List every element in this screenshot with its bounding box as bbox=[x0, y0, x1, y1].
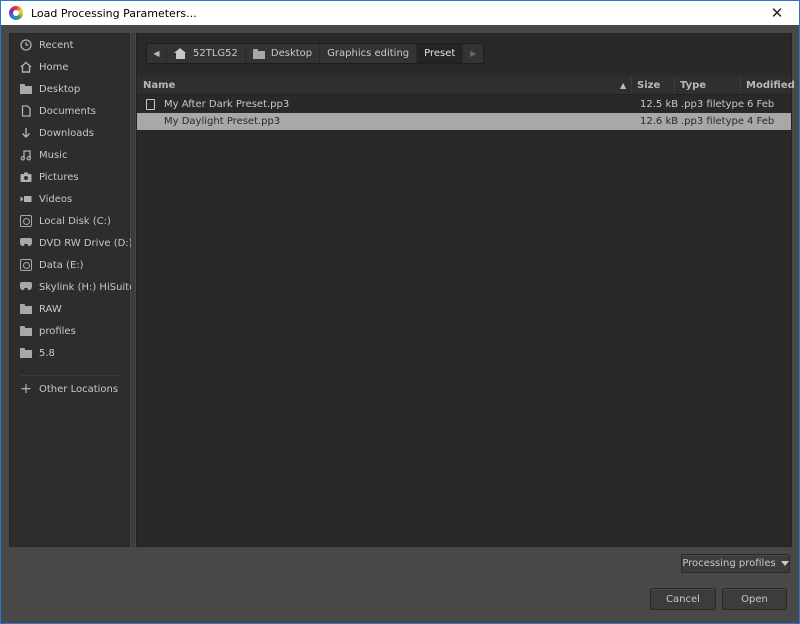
column-header-modified[interactable]: Modified bbox=[746, 75, 795, 95]
path-segment-label: Graphics editing bbox=[327, 48, 410, 59]
title-bar: Load Processing Parameters... ✕ bbox=[1, 1, 799, 25]
file-size-cell: 12.6 kB bbox=[640, 116, 679, 127]
sort-ascending-icon: ▲ bbox=[620, 80, 627, 90]
sidebar-item-label: profiles bbox=[39, 325, 76, 337]
pane-resize-handle[interactable] bbox=[131, 33, 135, 547]
column-header-name[interactable]: Name bbox=[143, 75, 623, 95]
window-title: Load Processing Parameters... bbox=[31, 6, 197, 20]
file-name-cell: My After Dark Preset.pp3 bbox=[146, 96, 289, 113]
path-segment-label: Preset bbox=[424, 48, 456, 59]
file-filter-dropdown[interactable]: Processing profiles bbox=[681, 554, 790, 573]
camera-icon bbox=[20, 171, 32, 183]
sidebar-item-5-8[interactable]: 5.8 bbox=[10, 342, 130, 364]
chevron-down-icon bbox=[780, 561, 789, 566]
sidebar-item-profiles[interactable]: profiles bbox=[10, 320, 130, 342]
file-icon bbox=[146, 99, 155, 110]
sidebar-item-label: Pictures bbox=[39, 171, 79, 183]
sidebar-item-label: Other Locations bbox=[39, 383, 119, 395]
sidebar-item-label: Skylink (H:) HiSuite bbox=[39, 281, 136, 293]
sidebar-item-label: Downloads bbox=[39, 127, 94, 139]
video-camera-icon bbox=[20, 193, 32, 205]
path-segment-home[interactable]: 52TLG52 bbox=[167, 44, 246, 63]
folder-icon bbox=[20, 347, 32, 359]
path-forward-button[interactable]: ▶ bbox=[463, 44, 483, 63]
hard-disk-icon bbox=[20, 215, 32, 227]
sidebar-item-local-disk-c[interactable]: Local Disk (C:) bbox=[10, 210, 130, 232]
column-separator bbox=[740, 77, 741, 93]
hard-disk-icon bbox=[20, 259, 32, 271]
file-list-header: Name ▲ Size Type Modified bbox=[137, 75, 795, 95]
sidebar-item-documents[interactable]: Documents bbox=[10, 100, 130, 122]
sidebar-item-label: Music bbox=[39, 149, 68, 161]
sidebar-item-label: Home bbox=[39, 61, 69, 73]
sidebar-item-raw[interactable]: RAW bbox=[10, 298, 130, 320]
folder-icon bbox=[20, 325, 32, 337]
column-separator bbox=[674, 77, 675, 93]
file-type-cell: .pp3 filetype bbox=[681, 116, 744, 127]
path-segment-label: 52TLG52 bbox=[193, 48, 238, 59]
path-segment-label: Desktop bbox=[270, 48, 313, 59]
file-row[interactable]: My After Dark Preset.pp3 12.5 kB .pp3 fi… bbox=[137, 96, 791, 113]
sidebar-item-dvd-drive-d[interactable]: DVD RW Drive (D:) bbox=[10, 232, 133, 254]
sidebar-item-downloads[interactable]: Downloads bbox=[10, 122, 130, 144]
cancel-button[interactable]: Cancel bbox=[650, 588, 716, 610]
file-row-selected[interactable]: My Daylight Preset.pp3 12.6 kB .pp3 file… bbox=[137, 113, 791, 130]
drive-icon bbox=[20, 237, 32, 249]
sidebar-item-pictures[interactable]: Pictures bbox=[10, 166, 130, 188]
clock-icon bbox=[20, 39, 32, 51]
sidebar-item-other-locations[interactable]: + Other Locations bbox=[10, 378, 130, 400]
file-type-cell: .pp3 filetype bbox=[681, 99, 744, 110]
column-separator bbox=[631, 77, 632, 93]
sidebar-item-label: DVD RW Drive (D:) bbox=[39, 237, 133, 249]
file-name-cell: My Daylight Preset.pp3 bbox=[164, 116, 281, 127]
home-icon bbox=[174, 48, 187, 59]
sidebar-item-videos[interactable]: Videos bbox=[10, 188, 130, 210]
file-chooser-dialog: Load Processing Parameters... ✕ Recent H… bbox=[0, 0, 800, 624]
folder-icon bbox=[252, 48, 265, 60]
path-back-button[interactable]: ◀ bbox=[147, 44, 167, 63]
sidebar-item-label: Local Disk (C:) bbox=[39, 215, 111, 227]
column-header-type[interactable]: Type bbox=[680, 75, 706, 95]
sidebar-item-desktop[interactable]: Desktop bbox=[10, 78, 130, 100]
sidebar-item-recent[interactable]: Recent bbox=[10, 34, 130, 56]
sidebar-item-home[interactable]: Home bbox=[10, 56, 130, 78]
file-modified-cell: 6 Feb bbox=[747, 99, 775, 110]
file-size-cell: 12.5 kB bbox=[640, 99, 679, 110]
file-browser-pane: ◀ 52TLG52 Desktop Graphics editing Prese… bbox=[136, 33, 795, 547]
sidebar-item-label: 5.8 bbox=[39, 347, 55, 359]
folder-icon bbox=[20, 303, 32, 315]
file-modified-cell: 4 Feb bbox=[747, 116, 775, 127]
places-sidebar: Recent Home Desktop Documents Downloads … bbox=[9, 33, 135, 547]
sidebar-item-label: Desktop bbox=[39, 83, 81, 95]
document-icon bbox=[20, 105, 32, 117]
sidebar-item-label: Videos bbox=[39, 193, 73, 205]
sidebar-item-label: Documents bbox=[39, 105, 97, 117]
path-bar: ◀ 52TLG52 Desktop Graphics editing Prese… bbox=[146, 43, 485, 64]
sidebar-item-label: RAW bbox=[39, 303, 62, 315]
sidebar-item-data-e[interactable]: Data (E:) bbox=[10, 254, 130, 276]
folder-icon bbox=[20, 83, 32, 95]
plus-icon: + bbox=[20, 381, 32, 397]
column-header-size[interactable]: Size bbox=[637, 75, 660, 95]
sidebar-item-label: Data (E:) bbox=[39, 259, 84, 271]
close-button[interactable]: ✕ bbox=[755, 1, 799, 25]
open-button[interactable]: Open bbox=[722, 588, 787, 610]
dialog-footer: Processing profiles Cancel Open bbox=[1, 549, 799, 623]
download-arrow-icon bbox=[20, 127, 32, 139]
path-segment-preset[interactable]: Preset bbox=[417, 44, 464, 63]
app-logo-icon bbox=[9, 6, 23, 20]
sidebar-divider bbox=[20, 375, 120, 376]
path-segment-desktop[interactable]: Desktop bbox=[246, 44, 321, 63]
sidebar-item-skylink-h[interactable]: Skylink (H:) HiSuite bbox=[10, 276, 135, 298]
music-note-icon bbox=[20, 149, 32, 161]
drive-icon bbox=[20, 281, 32, 293]
sidebar-item-label: Recent bbox=[39, 39, 74, 51]
path-segment-graphics-editing[interactable]: Graphics editing bbox=[320, 44, 418, 63]
sidebar-item-music[interactable]: Music bbox=[10, 144, 130, 166]
home-icon bbox=[20, 61, 32, 73]
